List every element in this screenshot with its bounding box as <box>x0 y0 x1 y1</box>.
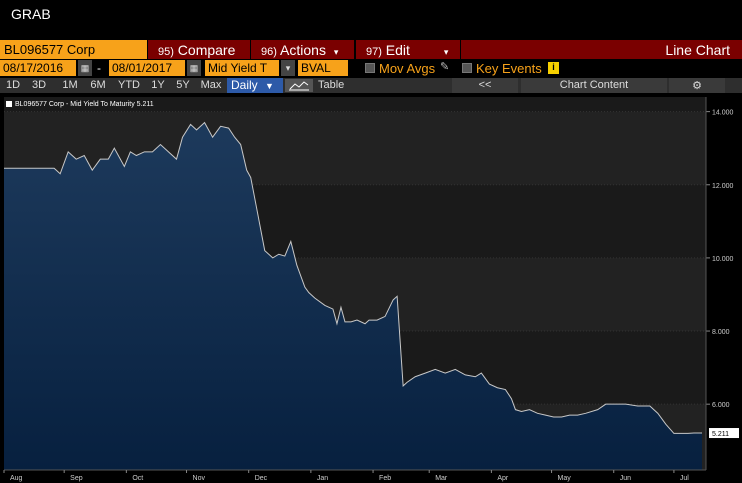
x-tick-label: Nov <box>193 475 206 482</box>
edit-label: Edit <box>385 42 410 58</box>
x-tick-label: Dec <box>255 475 268 482</box>
y-tick-label: 6.000 <box>712 402 730 409</box>
frequency-select[interactable]: Daily ▼ <box>227 78 283 93</box>
pencil-icon[interactable]: ✎ <box>440 60 449 73</box>
x-tick-label: Oct <box>132 475 143 482</box>
info-icon[interactable]: i <box>548 62 559 74</box>
key-events-label: Key Events <box>476 61 542 76</box>
x-tick-label: Jan <box>317 475 328 482</box>
y-tick-label: 10.000 <box>712 256 734 263</box>
mov-avgs-checkbox[interactable] <box>365 63 375 73</box>
legend-label: BL096577 Corp - Mid Yield To Maturity 5.… <box>15 101 154 108</box>
chevron-down-icon: ▾ <box>443 47 449 57</box>
compare-label: Compare <box>177 42 236 58</box>
collapse-button[interactable]: << <box>452 78 518 93</box>
settings-bar: 08/17/2016 ▦ - 08/01/2017 ▦ Mid Yield T … <box>0 59 742 78</box>
chart-type-label: Line Chart <box>461 40 742 59</box>
title-bar: GRAB <box>0 0 742 40</box>
x-tick-label: Sep <box>70 475 83 482</box>
period-max[interactable]: Max <box>197 78 225 93</box>
gear-icon[interactable]: ⚙ <box>669 78 725 93</box>
x-tick-label: Jun <box>620 475 631 482</box>
x-tick-label: Jul <box>680 475 689 482</box>
period-3d[interactable]: 3D <box>26 78 52 93</box>
period-1y[interactable]: 1Y <box>146 78 170 93</box>
table-button[interactable]: Table <box>318 78 344 93</box>
period-ytd[interactable]: YTD <box>113 78 145 93</box>
line-chart-icon[interactable] <box>285 79 313 92</box>
mov-avgs-label: Mov Avgs <box>379 61 436 76</box>
period-6m[interactable]: 6M <box>84 78 112 93</box>
y-tick-label: 8.000 <box>712 329 730 336</box>
period-bar: 1D 3D 1M 6M YTD 1Y 5Y Max Daily ▼ Table … <box>0 78 742 93</box>
caret-down-icon: ▼ <box>265 81 274 91</box>
calendar-icon[interactable]: ▦ <box>187 60 201 76</box>
chart-legend: BL096577 Corp - Mid Yield To Maturity 5.… <box>6 101 154 108</box>
compare-button[interactable]: 95) Compare <box>148 40 250 59</box>
period-5y[interactable]: 5Y <box>171 78 195 93</box>
chevron-down-icon[interactable]: ▾ <box>281 60 295 76</box>
legend-swatch <box>6 101 12 108</box>
calendar-icon[interactable]: ▦ <box>78 60 92 76</box>
source-field[interactable]: BVAL <box>298 60 348 76</box>
main-toolbar: BL096577 Corp 95) Compare 96) Actions ▾ … <box>0 40 742 59</box>
y-tick-label: 12.000 <box>712 183 734 190</box>
last-value-label: 5.211 <box>712 431 729 438</box>
yield-chart: 14.000 12.000 10.000 8.000 6.000 Aug Sep Oct Nov… <box>3 97 739 482</box>
end-date-field[interactable]: 08/01/2017 <box>109 60 185 76</box>
yield-field-select[interactable]: Mid Yield T <box>205 60 279 76</box>
actions-number: 96) <box>261 46 277 58</box>
actions-button[interactable]: 96) Actions ▾ <box>251 40 354 59</box>
x-tick-label: May <box>558 475 572 482</box>
edit-button[interactable]: 97) Edit ▾ <box>356 40 460 59</box>
edit-number: 97) <box>366 46 382 58</box>
actions-label: Actions <box>280 42 326 58</box>
y-tick-label: 14.000 <box>712 110 734 117</box>
key-events-checkbox[interactable] <box>462 63 472 73</box>
x-tick-label: Mar <box>435 475 448 482</box>
security-field[interactable]: BL096577 Corp <box>0 40 147 59</box>
chevron-down-icon: ▾ <box>333 47 339 57</box>
start-date-field[interactable]: 08/17/2016 <box>0 60 76 76</box>
x-tick-label: Apr <box>497 475 509 482</box>
date-separator: - <box>97 61 101 75</box>
period-1d[interactable]: 1D <box>2 78 24 93</box>
chart-content-button[interactable]: Chart Content <box>521 78 667 93</box>
x-tick-label: Feb <box>379 475 391 482</box>
frequency-label: Daily <box>231 78 258 92</box>
window-title: GRAB <box>11 6 51 22</box>
compare-number: 95) <box>158 46 174 58</box>
x-tick-label: Aug <box>10 475 23 482</box>
period-1m[interactable]: 1M <box>57 78 83 93</box>
